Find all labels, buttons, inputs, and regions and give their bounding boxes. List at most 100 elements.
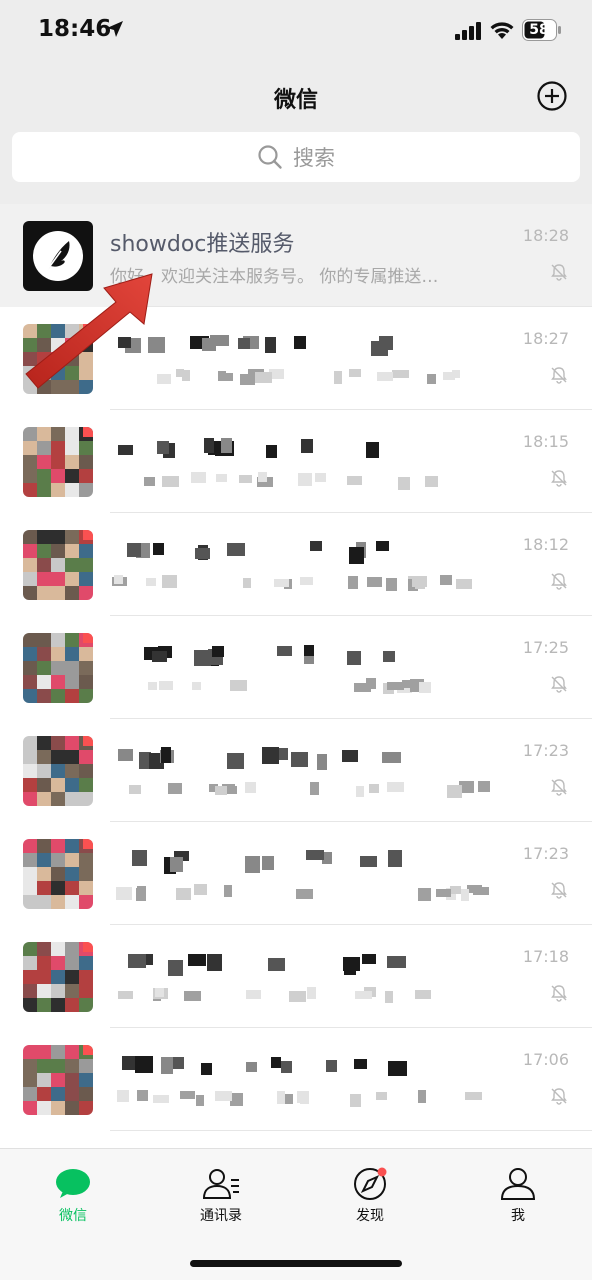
chat-row[interactable]: 17:25 xyxy=(0,616,592,719)
name-pixel xyxy=(266,445,277,458)
avatar-pixel xyxy=(79,895,93,909)
page-title: 微信 xyxy=(273,88,318,113)
avatar-pixel xyxy=(79,998,93,1012)
avatar-pixel xyxy=(79,380,93,394)
tab-label: 微信 xyxy=(59,1208,87,1224)
avatar-pixel xyxy=(37,455,51,469)
chat-row-showdoc[interactable]: showdoc推送服务 你好，欢迎关注本服务号。 你的专属推送… 18:28 xyxy=(0,204,592,307)
avatar-pixel xyxy=(23,1045,37,1059)
preview-pixel xyxy=(315,473,326,482)
chat-row[interactable]: 18:27 xyxy=(0,307,592,410)
unread-dot xyxy=(83,324,93,334)
preview-pixel xyxy=(310,782,319,795)
preview-pixel xyxy=(298,473,312,486)
chat-row[interactable]: 17:18 xyxy=(0,925,592,1028)
preview-pixel xyxy=(376,1092,387,1100)
avatar-pixel xyxy=(37,867,51,881)
avatar-pixel xyxy=(65,1059,79,1073)
row-divider xyxy=(110,1130,592,1131)
unread-dot xyxy=(83,942,93,952)
avatar-pixel xyxy=(23,764,37,778)
avatar-pixel xyxy=(51,455,65,469)
avatar-pixel xyxy=(51,895,65,909)
preview-pixel xyxy=(224,885,232,897)
preview-pixel xyxy=(377,372,393,381)
avatar-pixel xyxy=(23,895,37,909)
avatar-pixel xyxy=(37,881,51,895)
avatar-pixel xyxy=(51,530,65,544)
tab-contacts[interactable]: 通讯录 xyxy=(171,1159,271,1239)
name-pixel xyxy=(127,543,141,557)
preview-pixel xyxy=(419,682,431,693)
avatar xyxy=(23,1045,93,1115)
home-indicator xyxy=(190,1260,402,1267)
name-pixel xyxy=(388,850,402,867)
name-pixel xyxy=(157,441,169,454)
avatar-pixel xyxy=(37,1073,51,1087)
name-pixel xyxy=(360,856,377,867)
chat-name-redacted xyxy=(112,1056,412,1078)
avatar-pixel xyxy=(51,380,65,394)
avatar-pixel xyxy=(23,956,37,970)
avatar-pixel xyxy=(23,839,37,853)
name-pixel xyxy=(306,850,324,860)
preview-pixel xyxy=(168,783,182,794)
avatar xyxy=(23,633,93,703)
nav-bar: 微信 xyxy=(0,64,592,128)
chat-row[interactable]: 18:15 xyxy=(0,410,592,513)
name-pixel xyxy=(118,337,131,348)
preview-pixel xyxy=(436,889,451,897)
preview-pixel xyxy=(155,988,164,997)
name-pixel xyxy=(152,651,167,662)
preview-pixel xyxy=(289,991,306,1002)
chat-preview-redacted xyxy=(112,472,512,490)
avatar-pixel xyxy=(23,970,37,984)
chat-name-redacted xyxy=(112,644,412,666)
avatar-pixel xyxy=(51,675,65,689)
avatar-pixel xyxy=(37,1059,51,1073)
chat-preview-redacted xyxy=(112,781,512,799)
avatar-pixel xyxy=(51,764,65,778)
avatar-pixel xyxy=(79,572,93,586)
preview-pixel xyxy=(129,785,141,794)
avatar-pixel xyxy=(23,558,37,572)
tab-chats[interactable]: 微信 xyxy=(23,1159,123,1239)
avatar-pixel xyxy=(65,764,79,778)
name-pixel xyxy=(194,650,211,666)
avatar-pixel xyxy=(65,1087,79,1101)
avatar-pixel xyxy=(79,483,93,497)
chat-row[interactable]: 17:23 xyxy=(0,822,592,925)
avatar-pixel xyxy=(51,1073,65,1087)
avatar-pixel xyxy=(37,778,51,792)
search-bar[interactable]: 搜索 xyxy=(12,132,580,182)
name-pixel xyxy=(246,1062,257,1072)
avatar-pixel xyxy=(51,792,65,806)
preview-pixel xyxy=(255,372,272,383)
avatar-pixel xyxy=(65,1045,79,1059)
avatar-pixel xyxy=(37,750,51,764)
chat-row[interactable]: 17:23 xyxy=(0,719,592,822)
tab-discover[interactable]: 发现 xyxy=(320,1159,420,1239)
name-pixel xyxy=(221,438,232,453)
avatar-pixel xyxy=(51,572,65,586)
location-arrow-icon xyxy=(107,21,123,37)
chat-row[interactable]: 18:12 xyxy=(0,513,592,616)
tab-me[interactable]: 我 xyxy=(468,1159,568,1239)
avatar-pixel xyxy=(51,647,65,661)
chat-name-redacted xyxy=(112,438,412,460)
person-icon xyxy=(500,1168,536,1200)
name-pixel xyxy=(118,445,133,455)
preview-pixel xyxy=(243,578,251,588)
avatar-pixel xyxy=(79,764,93,778)
add-plus-button[interactable] xyxy=(536,80,568,112)
name-pixel xyxy=(271,1057,281,1068)
mute-bell-icon xyxy=(551,367,567,384)
preview-pixel xyxy=(366,678,376,689)
avatar-pixel xyxy=(37,586,51,600)
avatar-pixel xyxy=(65,853,79,867)
avatar xyxy=(23,530,93,600)
name-pixel xyxy=(265,337,276,353)
avatar-pixel xyxy=(51,586,65,600)
avatar-pixel xyxy=(65,647,79,661)
chat-row[interactable]: 17:06 xyxy=(0,1028,592,1131)
